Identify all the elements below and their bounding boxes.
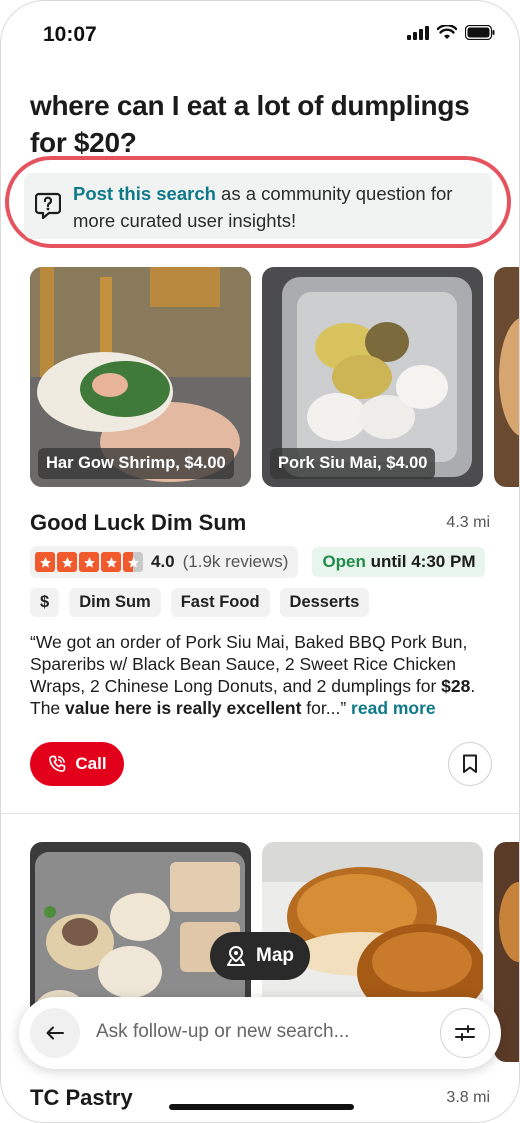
business-distance: 4.3 mi	[446, 514, 490, 531]
result-photo-carousel[interactable]: Har Gow Shrimp, $4.00 Pork Siu Mai, $4.0…	[1, 267, 519, 489]
rating-row: 4.0 (1.9k reviews) Open until 4:30 PM	[30, 546, 486, 578]
read-more-link[interactable]: read more	[351, 698, 436, 718]
wifi-icon	[437, 25, 457, 39]
callout-text: Post this search as a community question…	[73, 180, 488, 234]
bookmark-button[interactable]	[448, 742, 492, 786]
open-until: until 4:30 PM	[365, 552, 476, 571]
tag-dim-sum: Dim Sum	[69, 588, 161, 617]
call-button[interactable]: Call	[30, 742, 124, 786]
battery-icon	[465, 25, 495, 40]
result-photo[interactable]: Pork Siu Mai, $4.00	[262, 267, 483, 487]
tag-price: $	[30, 588, 60, 617]
map-pin-icon	[227, 945, 245, 966]
star-icon	[35, 552, 55, 572]
review-count[interactable]: (1.9k reviews)	[183, 552, 289, 572]
star-icon	[57, 552, 77, 572]
hours-badge: Open until 4:30 PM	[312, 547, 486, 577]
rating-value: 4.0	[151, 552, 175, 571]
status-time: 10:07	[43, 23, 97, 46]
sliders-icon	[455, 1025, 475, 1041]
review-text: for...”	[301, 698, 352, 718]
star-icon	[79, 552, 99, 572]
search-query-heading: where can I eat a lot of dumplings for $…	[30, 90, 470, 158]
photo-caption: Pork Siu Mai, $4.00	[270, 448, 436, 479]
bookmark-icon	[463, 754, 477, 773]
star-icon	[101, 552, 121, 572]
map-label: Map	[256, 945, 294, 966]
result-photo[interactable]: Har Gow Shrimp, $4.00	[30, 267, 251, 487]
review-snippet: “We got an order of Pork Siu Mai, Baked …	[30, 631, 492, 719]
signal-icon	[407, 25, 429, 40]
back-button[interactable]	[30, 1008, 80, 1058]
open-status: Open	[322, 552, 366, 571]
tag-desserts: Desserts	[279, 588, 370, 617]
search-input[interactable]: Ask follow-up or new search...	[96, 1021, 349, 1043]
phone-screen: 10:07 where can I eat a lot of dumplings…	[0, 0, 520, 1123]
tag-fast-food: Fast Food	[170, 588, 270, 617]
post-search-callout[interactable]: Post this search as a community question…	[24, 173, 492, 239]
rating-pill: 4.0 (1.9k reviews)	[30, 546, 299, 578]
home-indicator	[169, 1104, 354, 1110]
map-button[interactable]: Map	[210, 932, 310, 980]
phone-icon	[49, 755, 66, 772]
arrow-left-icon	[46, 1026, 64, 1040]
question-bubble-icon	[35, 192, 61, 220]
filter-button[interactable]	[440, 1008, 490, 1058]
photo-partial	[494, 267, 519, 487]
star-rating	[35, 552, 143, 572]
photo-caption: Har Gow Shrimp, $4.00	[38, 448, 234, 479]
post-search-link[interactable]: Post this search	[73, 183, 216, 204]
follow-up-search-bar[interactable]: Ask follow-up or new search...	[19, 997, 501, 1069]
business-distance: 3.8 mi	[446, 1089, 490, 1106]
status-bar: 10:07	[43, 19, 495, 49]
call-label: Call	[75, 754, 107, 773]
review-bold-price: $28	[441, 676, 471, 696]
business-name[interactable]: TC Pastry	[30, 1085, 133, 1111]
half-star-icon	[123, 552, 143, 572]
status-icons	[407, 25, 495, 40]
review-bold-phrase: value here is really excellent	[65, 698, 302, 718]
result-divider	[1, 813, 519, 814]
review-text: “We got an order of Pork Siu Mai, Baked …	[30, 632, 468, 696]
business-name[interactable]: Good Luck Dim Sum	[30, 510, 246, 536]
result-photo[interactable]	[494, 267, 519, 487]
category-tags: $ Dim Sum Fast Food Desserts	[30, 588, 370, 617]
